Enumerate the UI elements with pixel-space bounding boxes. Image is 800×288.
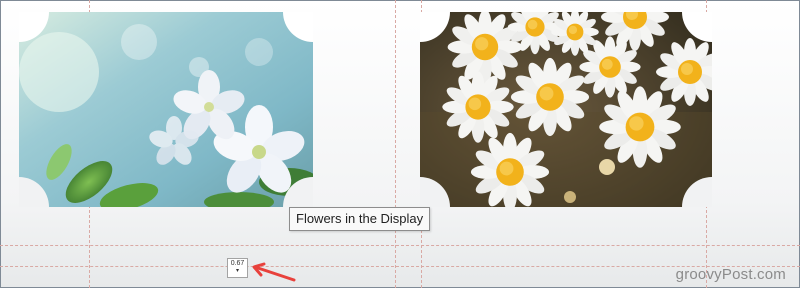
image-tooltip: Flowers in the Display [289, 207, 431, 231]
watermark: groovyPost.com [675, 266, 786, 283]
daisy-picture[interactable] [420, 12, 712, 207]
red-arrow-icon [252, 262, 296, 282]
chevron-down-icon: ▾ [235, 268, 239, 274]
blossom-picture[interactable] [19, 12, 313, 207]
spacing-value-control[interactable]: 0.67 ▾ [227, 258, 248, 278]
spacing-value: 0.67 [230, 260, 245, 267]
